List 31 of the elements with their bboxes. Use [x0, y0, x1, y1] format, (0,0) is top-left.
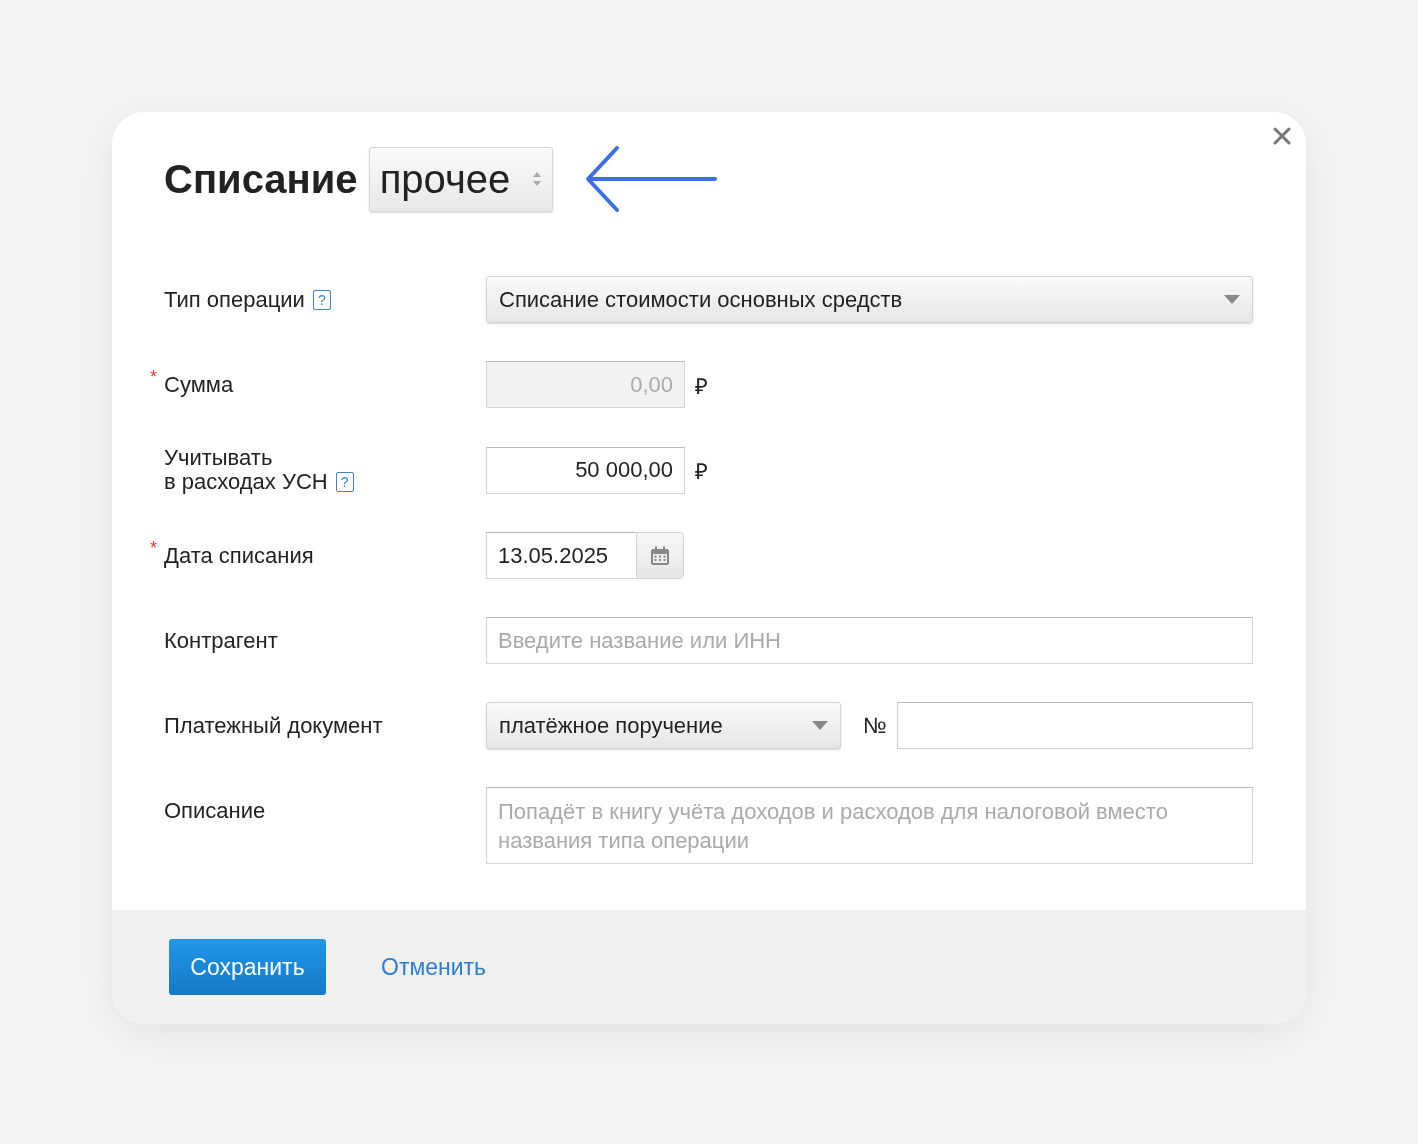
field-label: Сумма	[164, 372, 234, 397]
field-label: Контрагент	[164, 628, 278, 653]
number-label: №	[863, 712, 887, 739]
required-asterisk: *	[150, 366, 157, 388]
document-type-dropdown[interactable]: платёжное поручение	[486, 702, 841, 749]
counterparty-field[interactable]: Введите название или ИНН	[486, 617, 1253, 664]
field-label: Учитывать в расходах УСН	[164, 446, 328, 494]
type-dropdown[interactable]: прочее	[368, 146, 554, 212]
currency-sign: ₽	[695, 372, 708, 400]
amount-field[interactable]: 50 000,00	[486, 446, 685, 494]
updown-caret-icon	[532, 171, 543, 187]
operation-type-dropdown[interactable]: Списание стоимости основных средств	[486, 276, 1253, 323]
calendar-icon	[650, 545, 670, 566]
required-asterisk: *	[150, 537, 157, 559]
field-label: Платежный документ	[164, 713, 383, 738]
document-number-field[interactable]	[896, 702, 1253, 749]
field-label: Дата списания	[164, 543, 314, 568]
calendar-button[interactable]	[636, 532, 684, 579]
date-field[interactable]: 13.05.2025	[486, 532, 636, 579]
currency-sign: ₽	[695, 458, 708, 485]
caret-icon	[812, 721, 828, 730]
help-icon[interactable]: ?	[335, 472, 354, 492]
field-label: Описание	[164, 799, 266, 823]
caret-icon	[1224, 295, 1240, 304]
save-button[interactable]: Сохранить	[169, 939, 326, 995]
field-label: Тип операции	[164, 287, 305, 312]
close-icon[interactable]	[1273, 127, 1291, 145]
dialog-title: Списание	[164, 156, 358, 202]
description-field[interactable]: Попадёт в книгу учёта доходов и расходов для налоговой вместо названия типа операции	[486, 787, 1253, 864]
cancel-link[interactable]: Отменить	[381, 953, 487, 981]
help-icon[interactable]: ?	[312, 289, 331, 310]
